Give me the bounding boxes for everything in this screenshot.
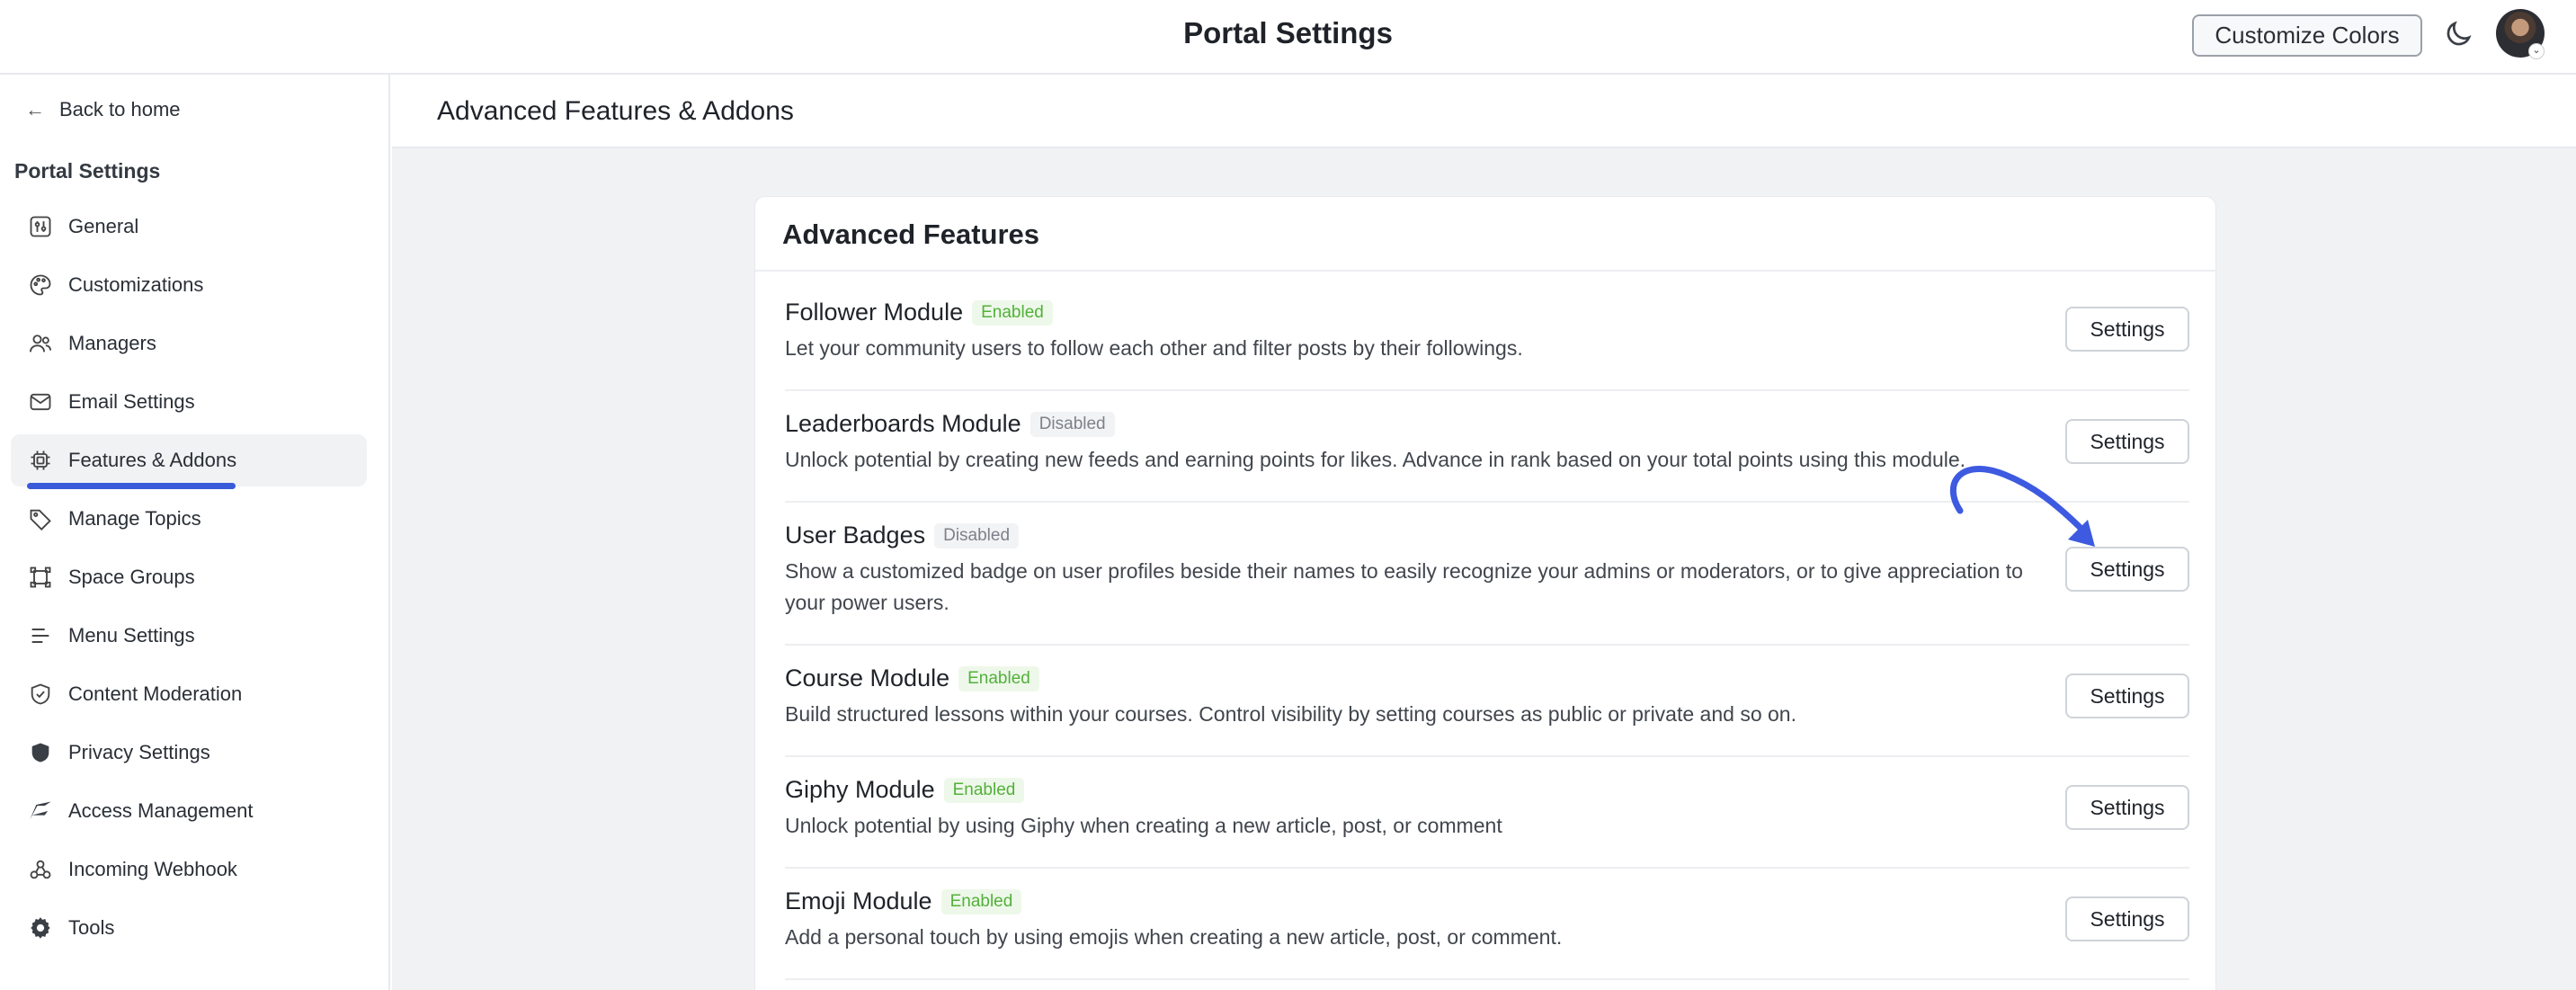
- shield-icon: [27, 739, 54, 766]
- divider: [755, 270, 2217, 272]
- feature-name-row: Leaderboards Module Disabled: [785, 410, 2189, 438]
- feature-description: Let your community users to follow each …: [785, 336, 1523, 360]
- sidebar-item-features-addons[interactable]: Features & Addons: [11, 434, 367, 489]
- sidebar-item-label: Email Settings: [68, 390, 195, 413]
- sidebar-item-access-management[interactable]: Access Management: [11, 785, 367, 837]
- annotation-arrow-icon: [1949, 466, 2095, 547]
- sidebar-item-label: Tools: [68, 916, 115, 939]
- feature-description: Build structured lessons within your cou…: [785, 702, 1796, 726]
- feature-description: Show a customized badge on user profiles…: [785, 559, 2023, 614]
- status-badge: Enabled: [943, 777, 1025, 803]
- divider: [785, 644, 2189, 646]
- sidebar-item-label: General: [68, 215, 139, 237]
- sidebar-heading: Portal Settings: [14, 159, 161, 183]
- feature-description: Unlock potential by using Giphy when cre…: [785, 814, 1502, 837]
- sidebar-item-label: Space Groups: [68, 566, 195, 588]
- sidebar-nav: General Customizations Managers Email Se…: [11, 201, 367, 960]
- sidebar-item-label: Features & Addons: [68, 449, 237, 471]
- moon-icon[interactable]: [2442, 18, 2474, 50]
- sidebar-item-customizations[interactable]: Customizations: [11, 259, 367, 311]
- divider: [785, 389, 2189, 391]
- feature-name-row: Follower Module Enabled: [785, 299, 2189, 326]
- customize-colors-button[interactable]: Customize Colors: [2192, 14, 2422, 57]
- sidebar-item-general[interactable]: General: [11, 201, 367, 253]
- sidebar-item-label: Manage Topics: [68, 507, 201, 530]
- active-underline: [27, 483, 236, 489]
- feature-name-row: Emoji Module Enabled: [785, 887, 2189, 915]
- feature-name-row: Giphy Module Enabled: [785, 776, 2189, 804]
- divider: [785, 978, 2189, 980]
- status-badge: Enabled: [958, 665, 1039, 691]
- feature-description: Unlock potential by creating new feeds a…: [785, 448, 1966, 471]
- feature-row-giphy: Giphy Module Enabled Unlock potential by…: [785, 776, 2189, 842]
- group-icon: [27, 564, 54, 591]
- sidebar-item-email-settings[interactable]: Email Settings: [11, 376, 367, 428]
- status-badge: Enabled: [940, 888, 1022, 914]
- feature-name: Follower Module: [785, 299, 964, 326]
- sliders-icon: [27, 213, 54, 240]
- divider: [785, 867, 2189, 869]
- giphy-settings-button[interactable]: Settings: [2065, 785, 2189, 830]
- feature-description: Add a personal touch by using emojis whe…: [785, 925, 1563, 949]
- back-label: Back to home: [59, 98, 181, 120]
- feature-row-emoji: Emoji Module Enabled Add a personal touc…: [785, 887, 2189, 953]
- chip-icon: [27, 447, 54, 474]
- webhook-icon: [27, 856, 54, 883]
- divider: [785, 755, 2189, 757]
- feature-name: User Badges: [785, 522, 926, 549]
- follower-settings-button[interactable]: Settings: [2065, 307, 2189, 352]
- sidebar-item-label: Incoming Webhook: [68, 858, 237, 880]
- content-header: Advanced Features & Addons: [392, 75, 2576, 148]
- sidebar-item-label: Access Management: [68, 799, 254, 822]
- sidebar-item-content-moderation[interactable]: Content Moderation: [11, 668, 367, 720]
- advanced-features-card: Advanced Features Follower Module Enable…: [754, 196, 2217, 990]
- emoji-settings-button[interactable]: Settings: [2065, 896, 2189, 941]
- chevron-down-icon[interactable]: ⌄: [2528, 43, 2545, 59]
- feature-name-row: Course Module Enabled: [785, 664, 2189, 692]
- sidebar: ← Back to home Portal Settings General C…: [0, 75, 390, 990]
- sidebar-item-label: Managers: [68, 332, 156, 354]
- gear-icon: [27, 914, 54, 941]
- status-badge: Disabled: [934, 522, 1020, 549]
- sidebar-item-managers[interactable]: Managers: [11, 317, 367, 370]
- feature-name: Emoji Module: [785, 887, 932, 914]
- feature-name: Giphy Module: [785, 776, 935, 803]
- sidebar-item-label: Privacy Settings: [68, 741, 210, 763]
- access-icon: [27, 798, 54, 825]
- feature-row-follower: Follower Module Enabled Let your communi…: [785, 299, 2189, 364]
- feature-name: Course Module: [785, 664, 950, 691]
- sidebar-item-manage-topics[interactable]: Manage Topics: [11, 493, 367, 545]
- back-to-home-link[interactable]: ← Back to home: [25, 94, 181, 125]
- mail-icon: [27, 388, 54, 415]
- page-header-title: Portal Settings: [1183, 16, 1393, 49]
- feature-row-course: Course Module Enabled Build structured l…: [785, 664, 2189, 730]
- palette-icon: [27, 272, 54, 299]
- course-settings-button[interactable]: Settings: [2065, 673, 2189, 718]
- sidebar-item-incoming-webhook[interactable]: Incoming Webhook: [11, 843, 367, 896]
- sidebar-item-label: Customizations: [68, 273, 204, 296]
- sidebar-item-label: Content Moderation: [68, 682, 243, 705]
- menu-icon: [27, 622, 54, 649]
- sidebar-item-tools[interactable]: Tools: [11, 902, 367, 954]
- status-badge: Enabled: [972, 299, 1053, 326]
- card-title: Advanced Features: [782, 219, 1039, 250]
- sidebar-item-privacy-settings[interactable]: Privacy Settings: [11, 727, 367, 779]
- users-icon: [27, 330, 54, 357]
- arrow-left-icon: ←: [25, 98, 45, 120]
- sidebar-item-space-groups[interactable]: Space Groups: [11, 551, 367, 603]
- sidebar-item-label: Menu Settings: [68, 624, 195, 647]
- tag-icon: [27, 505, 54, 532]
- sidebar-item-menu-settings[interactable]: Menu Settings: [11, 610, 367, 662]
- top-bar: Portal Settings Customize Colors ⌄: [0, 0, 2576, 75]
- status-badge: Disabled: [1030, 411, 1115, 437]
- feature-name: Leaderboards Module: [785, 410, 1021, 437]
- main-content: Advanced Features & Addons Advanced Feat…: [392, 75, 2576, 990]
- page-title: Advanced Features & Addons: [437, 96, 794, 126]
- shield-check-icon: [27, 681, 54, 708]
